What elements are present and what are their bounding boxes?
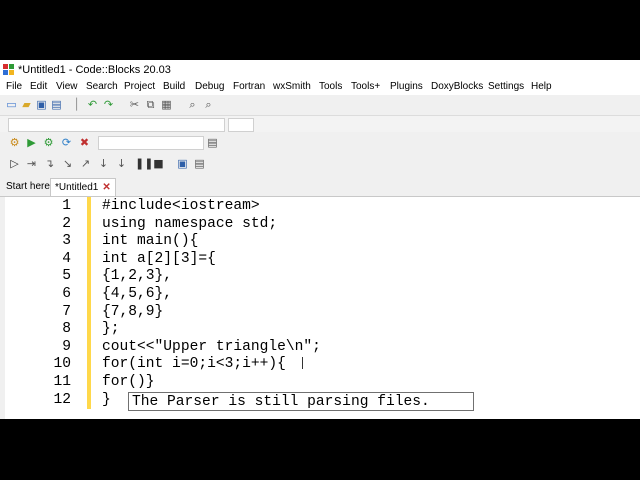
save-icon[interactable]: ▣ [35,98,48,111]
code-text[interactable]: }; [102,321,120,338]
line-number: 11 [53,374,71,390]
save-all-icon[interactable]: ▤ [50,98,63,111]
menu-bar: File Edit View Search Project Build Debu… [0,79,640,95]
build-toolbar: ⚙ ▶ ⚙ ⟳ ✖ ▤ [0,133,640,153]
menu-help[interactable]: Help [531,81,552,92]
menu-doxyblocks[interactable]: DoxyBlocks [431,81,483,92]
code-line[interactable]: 9 cout<<"Upper triangle\n"; [5,339,640,356]
title-bar: *Untitled1 - Code::Blocks 20.03 [0,60,640,79]
cut-icon[interactable]: ✂ [128,98,141,111]
menu-tools-plus[interactable]: Tools+ [351,81,380,92]
separator-icon: │ [73,98,80,111]
code-text[interactable]: int a[2][3]={ [102,251,216,268]
main-toolbar: ▭ ▰ ▣ ▤ │ ↶ ↷ ✂ ⧉ ▦ ⌕ ⌕ [0,95,640,116]
scope-combo[interactable] [228,118,254,132]
line-number: 1 [62,198,71,214]
code-line[interactable]: 5 {1,2,3}, [5,268,640,285]
stop-debug-icon[interactable]: ■ [152,157,165,170]
menu-file[interactable]: File [6,81,22,92]
line-number: 7 [62,303,71,320]
line-number: 4 [62,250,71,267]
tab-label: *Untitled1 [55,182,99,193]
copy-icon[interactable]: ⧉ [144,98,157,111]
menu-build[interactable]: Build [163,81,185,92]
code-line[interactable]: 10 for(int i=0;i<3;i++){ [5,356,640,373]
run-icon[interactable]: ▶ [25,136,38,149]
debug-windows-icon[interactable]: ▣ [176,157,189,170]
tab-untitled1[interactable]: *Untitled1 ✕ [50,178,116,196]
code-text[interactable]: int main(){ [102,233,198,250]
menu-search[interactable]: Search [86,81,118,92]
build-target-combo[interactable] [98,136,204,150]
line-number: 9 [62,338,71,355]
tab-start-here[interactable]: Start here [2,178,54,195]
line-number: 2 [62,215,71,232]
step-into-instruction-icon[interactable]: ↓ [115,157,128,170]
open-file-icon[interactable]: ▰ [20,98,33,111]
menu-plugins[interactable]: Plugins [390,81,423,92]
debug-continue-icon[interactable]: ▷ [8,157,21,170]
code-text[interactable]: using namespace std; [102,216,277,233]
debug-info-icon[interactable]: ▤ [193,157,206,170]
code-line[interactable]: 3 int main(){ [5,233,640,250]
code-completion-combo[interactable] [8,118,225,132]
debug-toolbar: ▷ ⇥ ↴ ↘ ↗ ↓ ↓ ❚❚ ■ ▣ ▤ [0,154,640,174]
search-toolbar [0,116,640,132]
code-line[interactable]: 7 {7,8,9} [5,304,640,321]
code-text[interactable]: cout<<"Upper triangle\n"; [102,339,321,356]
menu-settings[interactable]: Settings [488,81,524,92]
pause-icon[interactable]: ❚❚ [135,157,153,170]
code-text[interactable]: {1,2,3}, [102,268,172,285]
code-text[interactable]: for(int i=0;i<3;i++){ [102,356,286,373]
code-text[interactable]: {4,5,6}, [102,286,172,303]
code-line[interactable]: 6 {4,5,6}, [5,286,640,303]
code-line[interactable]: 2 using namespace std; [5,216,640,233]
replace-icon[interactable]: ⌕ [202,98,215,111]
build-gear-icon[interactable]: ⚙ [8,136,21,149]
line-number: 3 [62,233,71,250]
step-into-icon[interactable]: ↘ [61,157,74,170]
line-number: 8 [62,321,71,338]
window-title: *Untitled1 - Code::Blocks 20.03 [18,64,171,76]
menu-project[interactable]: Project [124,81,155,92]
line-number: 5 [62,268,71,285]
parser-tooltip: The Parser is still parsing files. [128,392,474,411]
next-instruction-icon[interactable]: ↓ [97,157,110,170]
code-editor[interactable]: 1 #include<iostream> 2 using namespace std;… [5,197,640,419]
editor-tabs: Start here *Untitled1 ✕ [0,176,640,197]
menu-fortran[interactable]: Fortran [233,81,265,92]
run-to-cursor-icon[interactable]: ⇥ [25,157,38,170]
next-line-icon[interactable]: ↴ [43,157,56,170]
code-line[interactable]: 1 #include<iostream> [5,198,640,215]
line-number: 6 [62,286,71,302]
menu-edit[interactable]: Edit [30,81,47,92]
line-number: 12 [53,391,71,408]
rebuild-icon[interactable]: ⟳ [60,136,73,149]
tab-label: Start here [6,181,50,192]
code-line[interactable]: 11 for()} [5,374,640,391]
codeblocks-icon [3,64,14,75]
find-icon[interactable]: ⌕ [186,98,199,111]
close-icon[interactable]: ✕ [102,182,110,193]
menu-debug[interactable]: Debug [195,81,224,92]
menu-wxsmith[interactable]: wxSmith [273,81,311,92]
code-text[interactable]: #include<iostream> [102,198,260,215]
code-line[interactable]: 8}; [5,321,640,338]
redo-icon[interactable]: ↷ [102,98,115,111]
mouse-cursor-icon [302,357,303,369]
code-text[interactable]: for()} [102,374,155,391]
target-settings-icon[interactable]: ▤ [206,136,219,149]
line-number: 10 [53,356,71,373]
code-text[interactable]: {7,8,9} [102,304,163,321]
abort-icon[interactable]: ✖ [78,136,91,149]
code-line[interactable]: 4 int a[2][3]={ [5,251,640,268]
new-file-icon[interactable]: ▭ [5,98,18,111]
menu-tools[interactable]: Tools [319,81,342,92]
menu-view[interactable]: View [56,81,78,92]
code-text[interactable]: } [102,392,111,409]
paste-icon[interactable]: ▦ [160,98,173,111]
undo-icon[interactable]: ↶ [86,98,99,111]
step-out-icon[interactable]: ↗ [79,157,92,170]
build-and-run-icon[interactable]: ⚙ [42,136,55,149]
